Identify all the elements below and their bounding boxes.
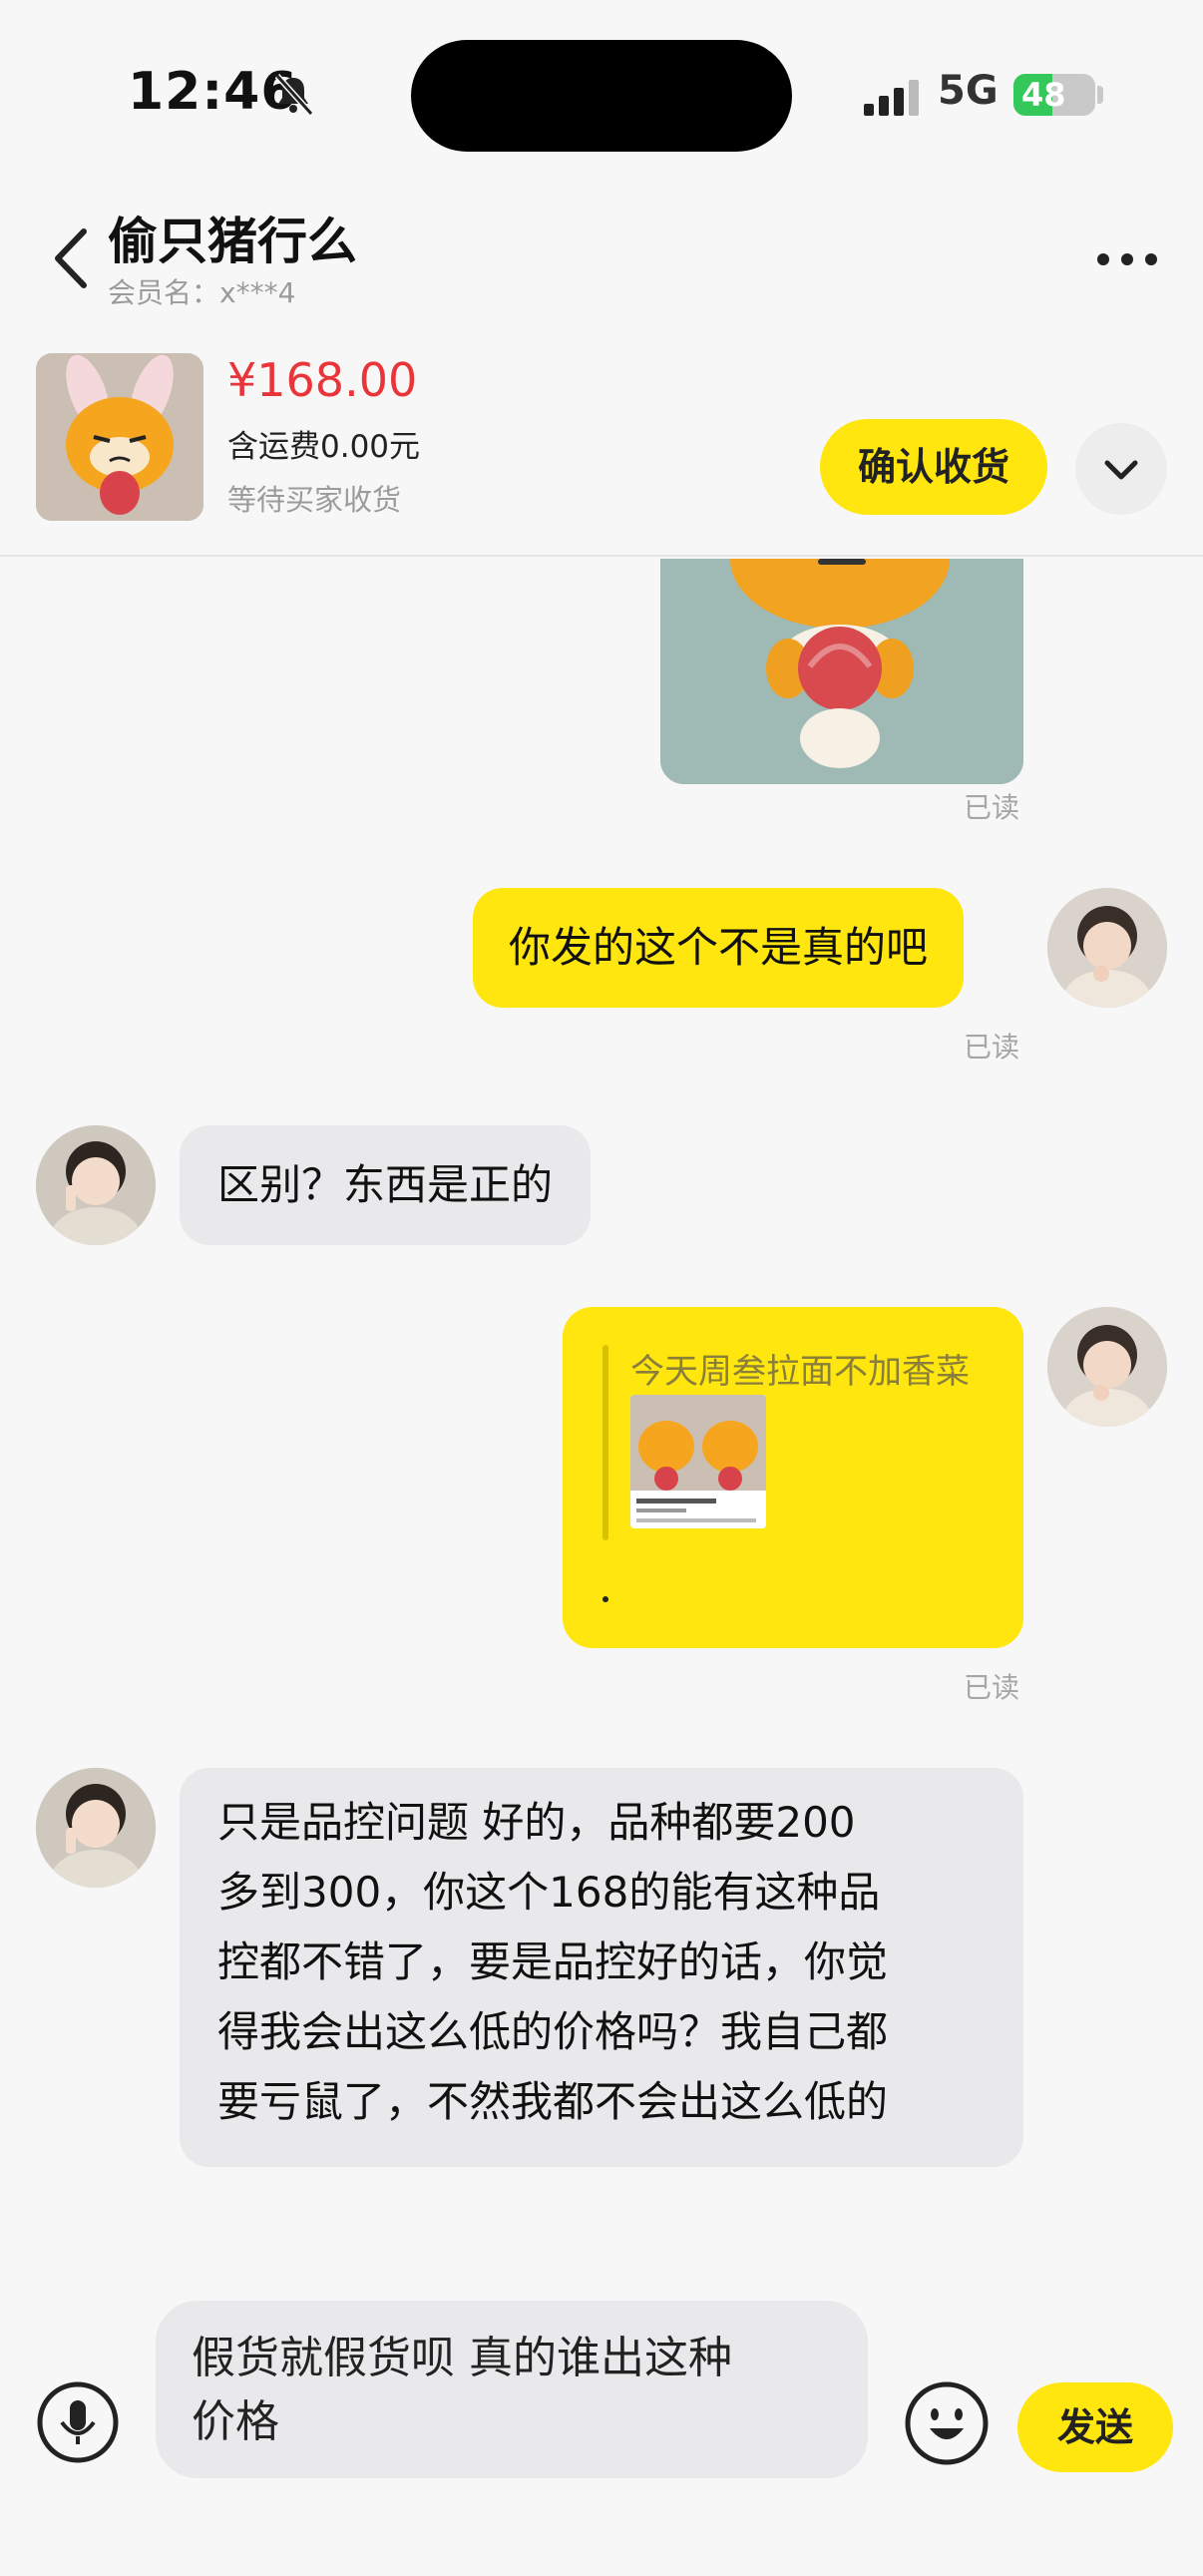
confirm-receipt-button[interactable]: 确认收货	[820, 419, 1047, 515]
incoming-message-long[interactable]: 只是品控问题 好的，品种都要200 多到300，你这个168的能有这种品 控都不…	[180, 1768, 1023, 2167]
network-type: 5G	[938, 68, 999, 114]
member-name: 会员名：x***4	[108, 276, 296, 309]
read-receipt: 已读	[964, 791, 1020, 824]
plush-photo	[660, 559, 1023, 784]
message-line: 多到300，你这个168的能有这种品	[217, 1868, 881, 1917]
avatar-photo	[1047, 1307, 1167, 1427]
order-status: 等待买家收货	[227, 483, 402, 517]
my-avatar[interactable]	[1047, 1307, 1167, 1427]
seller-avatar[interactable]	[36, 1768, 156, 1888]
quote-dot	[602, 1596, 608, 1602]
read-receipt: 已读	[964, 1031, 1020, 1064]
product-card[interactable]: ¥168.00 含运费0.00元 等待买家收货 确认收货	[0, 329, 1203, 557]
message-line: 只是品控问题 好的，品种都要200	[217, 1798, 856, 1847]
product-thumbnail[interactable]	[36, 353, 203, 521]
avatar-photo	[1047, 888, 1167, 1008]
expand-button[interactable]	[1075, 423, 1167, 515]
send-button[interactable]: 发送	[1017, 2382, 1173, 2472]
seller-avatar[interactable]	[36, 1125, 156, 1245]
battery-level: 48	[1021, 76, 1066, 114]
outgoing-message[interactable]: 你发的这个不是真的吧	[473, 888, 965, 1008]
read-receipt: 已读	[964, 1671, 1020, 1704]
avatar-photo	[36, 1768, 156, 1888]
back-icon[interactable]	[48, 223, 96, 293]
product-price: ¥168.00	[227, 353, 418, 407]
input-bar: 假货就假货呗 真的谁出这种 价格 发送	[0, 2285, 1203, 2576]
quoted-product-image	[630, 1395, 766, 1528]
status-bar: 12:46 5G 48	[0, 0, 1203, 200]
emoji-icon[interactable]	[904, 2380, 990, 2466]
image-message[interactable]	[660, 559, 1023, 784]
incoming-message[interactable]: 区别？东西是正的	[180, 1125, 592, 1245]
chat-header: 偷只猪行么 会员名：x***4	[0, 190, 1203, 319]
chevron-down-icon	[1104, 460, 1138, 480]
message-line: 要亏鼠了，不然我都不会出这么低的	[217, 2077, 889, 2126]
quoted-product-card[interactable]	[630, 1395, 766, 1528]
avatar-photo	[36, 1125, 156, 1245]
page-title: 偷只猪行么	[108, 213, 357, 270]
quote-bar	[602, 1345, 608, 1540]
dynamic-island	[411, 40, 792, 152]
battery-charging-icon: 48	[1013, 74, 1095, 116]
plush-toy-image	[36, 353, 203, 521]
forwarded-message[interactable]: 今天周叁拉面不加香菜	[563, 1307, 1023, 1648]
message-input[interactable]: 假货就假货呗 真的谁出这种 价格	[156, 2301, 868, 2478]
message-list[interactable]: 已读 你发的这个不是真的吧 已读 区别？东西是正的 今天周叁拉面不加香菜 已读 …	[0, 559, 1203, 2275]
draft-line: 假货就假货呗 真的谁出这种	[192, 2333, 732, 2383]
message-line: 得我会出这么低的价格吗？我自己都	[217, 2007, 889, 2056]
more-icon[interactable]	[1087, 229, 1167, 289]
battery-tip	[1097, 86, 1103, 104]
draft-line: 价格	[192, 2396, 279, 2447]
message-line: 控都不错了，要是品控好的话，你觉	[217, 1937, 889, 1986]
microphone-icon[interactable]	[36, 2380, 120, 2464]
my-avatar[interactable]	[1047, 888, 1167, 1008]
signal-icon	[864, 80, 919, 116]
bell-muted-icon	[274, 73, 314, 116]
shipping-fee: 含运费0.00元	[227, 429, 421, 465]
